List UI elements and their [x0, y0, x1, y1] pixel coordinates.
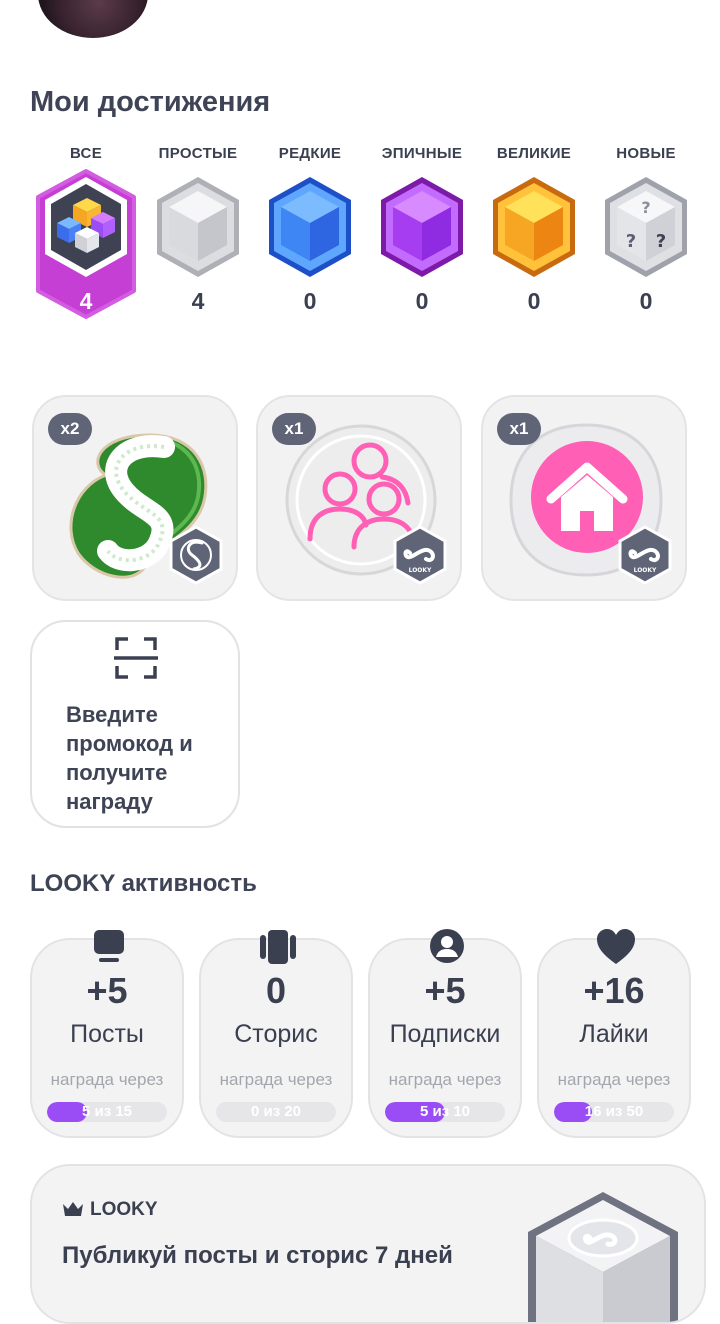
badge-multiplier: x1 [272, 413, 316, 445]
challenge-banner[interactable]: LOOKY Публикуй посты и сторис 7 дней [30, 1164, 706, 1324]
crown-icon [63, 1202, 83, 1216]
activity-label: Подписки [389, 1020, 501, 1048]
leaf-brand-icon [169, 525, 223, 585]
activity-sub: награда через [219, 1070, 333, 1089]
tab-count: 0 [639, 288, 653, 314]
activity-sub: награда через [50, 1070, 164, 1089]
looky-brand-icon: LOOKY [393, 525, 447, 585]
mystery-cube-icon: ? ? ? [605, 177, 687, 277]
tab-label: РЕДКИЕ [278, 145, 342, 162]
promo-code-card[interactable]: Введите промокод и получите награду [30, 620, 240, 828]
activity-title: LOOKY активность [30, 870, 257, 897]
activity-value: 0 [265, 970, 287, 1011]
tab-count: 0 [303, 288, 317, 314]
tab-label: ПРОСТЫЕ [158, 145, 238, 162]
tab-count: 0 [415, 288, 429, 314]
stories-icon [260, 930, 296, 964]
looky-brand-icon: LOOKY [618, 525, 672, 585]
simple-cube-icon [157, 177, 239, 277]
progress-text: 5 из 15 [81, 1103, 133, 1120]
tab-label: НОВЫЕ [616, 145, 676, 162]
svg-text:?: ? [626, 231, 636, 252]
progress-bar: 0 из 20 [216, 1102, 336, 1122]
svg-text:?: ? [641, 198, 650, 217]
progress-text: 5 из 10 [419, 1103, 471, 1120]
badge-multiplier: x2 [48, 413, 92, 445]
svg-text:LOOKY: LOOKY [409, 567, 432, 574]
achievements-title: Мои достижения [30, 86, 271, 118]
activity-card-stories[interactable]: 0 Сторис награда через 0 из 20 [199, 930, 353, 1138]
activity-sub: награда через [388, 1070, 502, 1089]
great-cube-icon [493, 177, 575, 277]
brand-name: LOOKY [90, 1199, 158, 1220]
looky-cube-icon [528, 1192, 678, 1322]
all-categories-icon [45, 177, 127, 277]
svg-text:LOOKY: LOOKY [634, 567, 657, 574]
activity-card-follows[interactable]: +5 Подписки награда через 5 из 10 [368, 929, 522, 1138]
tab-count: 4 [79, 288, 93, 314]
badge-card-home[interactable]: x1 LOOKY [481, 395, 687, 601]
activity-sub: награда через [557, 1070, 671, 1089]
user-icon [430, 929, 464, 963]
tab-count: 4 [191, 288, 205, 314]
tab-label: ВЕЛИКИЕ [496, 145, 572, 162]
badge-card-friends[interactable]: x1 LOOKY [256, 395, 462, 601]
banner-title: Публикуй посты и сторис 7 дней [62, 1242, 453, 1269]
badge-card-leaf[interactable]: x2 [32, 395, 238, 601]
activity-value: +16 [583, 970, 645, 1011]
activity-card-likes[interactable]: +16 Лайки награда через 16 из 50 [537, 929, 691, 1138]
avatar[interactable] [38, 0, 148, 38]
progress-bar: 16 из 50 [554, 1102, 674, 1122]
svg-text:?: ? [656, 231, 666, 252]
scan-icon [114, 637, 158, 679]
progress-bar: 5 из 10 [385, 1102, 505, 1122]
epic-cube-icon [381, 177, 463, 277]
tab-label: ВСЕ [70, 145, 102, 162]
rare-cube-icon [269, 177, 351, 277]
activity-label: Сторис [234, 1020, 318, 1048]
progress-bar: 5 из 15 [47, 1102, 167, 1122]
activity-label: Посты [70, 1020, 144, 1048]
tab-count: 0 [527, 288, 541, 314]
heart-icon [597, 929, 635, 964]
tab-label: ЭПИЧНЫЕ [381, 145, 463, 162]
progress-text: 16 из 50 [584, 1103, 644, 1120]
badge-multiplier: x1 [497, 413, 541, 445]
activity-label: Лайки [579, 1020, 649, 1048]
progress-text: 0 из 20 [250, 1103, 302, 1120]
post-icon [94, 930, 124, 962]
activity-value: +5 [424, 970, 466, 1011]
promo-text: Введите промокод и получите награду [66, 702, 193, 814]
activity-value: +5 [86, 970, 128, 1011]
activity-card-posts[interactable]: +5 Посты награда через 5 из 15 [30, 930, 184, 1138]
